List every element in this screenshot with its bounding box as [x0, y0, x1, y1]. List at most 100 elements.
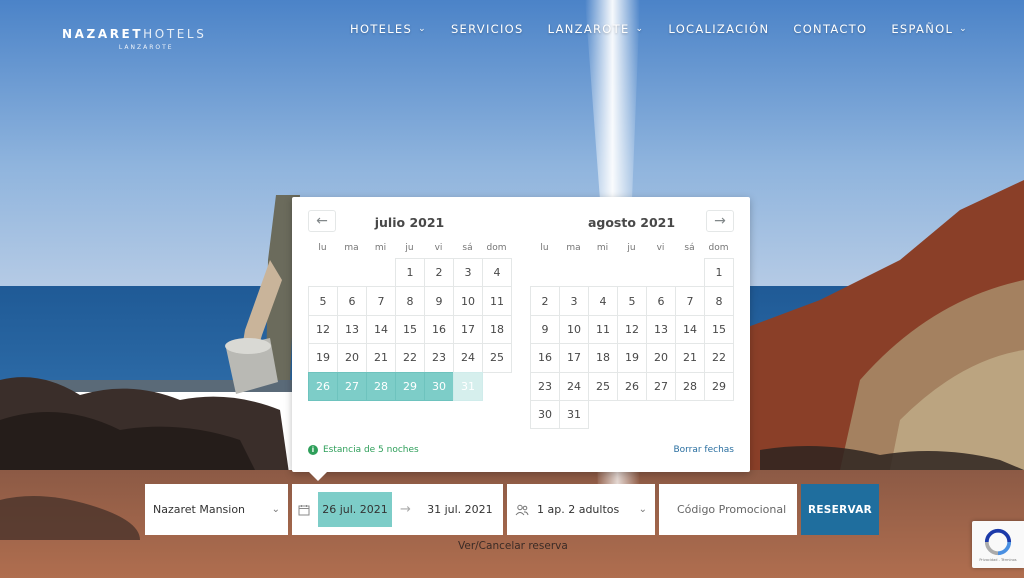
hotel-select[interactable]: Nazaret Mansion ⌄ [145, 484, 288, 535]
weekday-label: sá [462, 243, 473, 253]
calendar-day[interactable]: 31 [559, 399, 589, 430]
calendar-day[interactable]: 9 [424, 286, 454, 316]
calendar-day[interactable]: 1 [395, 258, 425, 288]
calendar-day[interactable]: 22 [704, 343, 734, 373]
calendar-day[interactable]: 19 [308, 343, 338, 373]
calendar-day[interactable]: 26 [308, 371, 338, 401]
weekday-label: lu [540, 243, 549, 253]
promo-code-field[interactable] [659, 484, 797, 535]
nav-item-servicios[interactable]: SERVICIOS [451, 22, 524, 36]
calendar-day[interactable]: 18 [588, 343, 618, 373]
day-grid: 1 2 3 4 5 6 7 8 9 10 11 12 13 14 15 16 17 18 19 20 21 22 23 24 2… [308, 258, 512, 401]
calendar-day[interactable]: 17 [453, 314, 483, 345]
clear-dates-link[interactable]: Borrar fechas [673, 445, 734, 455]
manage-booking-link[interactable]: Ver/Cancelar reserva [458, 540, 568, 552]
calendar-day[interactable]: 14 [675, 314, 705, 345]
recaptcha-footer: Privacidad - Términos [979, 557, 1017, 562]
chevron-down-icon: ⌄ [959, 24, 968, 34]
calendar-day[interactable]: 20 [646, 343, 676, 373]
calendar-day[interactable]: 13 [337, 314, 367, 345]
chevron-down-icon: ⌄ [635, 24, 645, 34]
weekday-label: dom [708, 243, 729, 253]
calendar-day[interactable]: 1 [704, 258, 734, 288]
calendar-day[interactable]: 3 [559, 286, 589, 316]
empty-day-cell [366, 258, 396, 287]
calendar-day[interactable]: 20 [337, 343, 367, 373]
calendar-day[interactable]: 27 [337, 371, 367, 401]
chevron-down-icon: ⌄ [638, 504, 647, 515]
calendar-day[interactable]: 30 [424, 371, 454, 401]
calendar-day[interactable]: 29 [395, 371, 425, 401]
calendar-day[interactable]: 25 [588, 371, 618, 401]
nav-item-language[interactable]: ESPAÑOL ⌄ [891, 22, 968, 36]
calendar-day[interactable]: 17 [559, 343, 589, 373]
calendar-day[interactable]: 21 [675, 343, 705, 373]
people-icon [515, 504, 529, 515]
logo-wordmark: NAZARETHOTELS [62, 27, 207, 41]
calendar-day[interactable]: 29 [704, 371, 734, 401]
chevron-down-icon: ⌄ [418, 24, 427, 34]
check-out-date[interactable]: 31 jul. 2021 [423, 503, 497, 516]
recaptcha-icon [984, 528, 1012, 555]
guests-select[interactable]: 1 ap. 2 adultos ⌄ [507, 484, 655, 535]
calendar-day[interactable]: 9 [530, 314, 560, 345]
calendar-day[interactable]: 14 [366, 314, 396, 345]
calendar-day[interactable]: 10 [453, 286, 483, 316]
nav-item-localizacion[interactable]: LOCALIZACIÓN [668, 22, 769, 36]
calendar-day[interactable]: 15 [395, 314, 425, 345]
empty-day-cell [617, 258, 647, 287]
reserve-button[interactable]: RESERVAR [801, 484, 879, 535]
calendar-day[interactable]: 2 [530, 286, 560, 316]
calendar-day[interactable]: 31 [453, 371, 483, 401]
calendar-day[interactable]: 11 [588, 314, 618, 345]
calendar-day[interactable]: 16 [530, 343, 560, 373]
calendar-day[interactable]: 28 [675, 371, 705, 401]
promo-code-input[interactable] [677, 503, 787, 516]
empty-day-cell [646, 258, 676, 287]
calendar-day[interactable]: 24 [559, 371, 589, 401]
date-range-field[interactable]: 26 jul. 2021 → 31 jul. 2021 [292, 484, 503, 535]
calendar-day[interactable]: 25 [482, 343, 512, 373]
weekday-header: lu ma mi ju vi sá dom [530, 243, 733, 253]
calendar-month-august: agosto 2021 lu ma mi ju vi sá dom 1 2 3 4 5 6 7 8 9 10 1… [530, 213, 734, 430]
calendar-day[interactable]: 3 [453, 258, 483, 288]
calendar-day[interactable]: 26 [617, 371, 647, 401]
nav-item-contacto[interactable]: CONTACTO [793, 22, 867, 36]
calendar-day[interactable]: 7 [366, 286, 396, 316]
calendar-day[interactable]: 21 [366, 343, 396, 373]
calendar-day[interactable]: 22 [395, 343, 425, 373]
calendar-day[interactable]: 8 [395, 286, 425, 316]
guests-value: 1 ap. 2 adultos [537, 503, 620, 516]
calendar-day[interactable]: 5 [308, 286, 338, 316]
calendar-day[interactable]: 18 [482, 314, 512, 345]
calendar-day[interactable]: 4 [482, 258, 512, 288]
calendar-day[interactable]: 27 [646, 371, 676, 401]
check-in-date[interactable]: 26 jul. 2021 [318, 492, 392, 527]
calendar-day[interactable]: 23 [530, 371, 560, 401]
calendar-day[interactable]: 6 [337, 286, 367, 316]
chevron-down-icon: ⌄ [271, 504, 280, 515]
nav-item-lanzarote[interactable]: LANZAROTE ⌄ [548, 22, 645, 36]
calendar-day[interactable]: 16 [424, 314, 454, 345]
calendar-day[interactable]: 10 [559, 314, 589, 345]
calendar-day[interactable]: 15 [704, 314, 734, 345]
calendar-day[interactable]: 7 [675, 286, 705, 316]
calendar-day[interactable]: 5 [617, 286, 647, 316]
calendar-day[interactable]: 11 [482, 286, 512, 316]
calendar-day[interactable]: 12 [308, 314, 338, 345]
calendar-day[interactable]: 23 [424, 343, 454, 373]
weekday-label: mi [596, 243, 609, 253]
calendar-day[interactable]: 4 [588, 286, 618, 316]
calendar-day[interactable]: 13 [646, 314, 676, 345]
calendar-day[interactable]: 12 [617, 314, 647, 345]
calendar-day[interactable]: 2 [424, 258, 454, 288]
calendar-day[interactable]: 8 [704, 286, 734, 316]
calendar-day[interactable]: 6 [646, 286, 676, 316]
calendar-day[interactable]: 19 [617, 343, 647, 373]
calendar-day[interactable]: 24 [453, 343, 483, 373]
recaptcha-badge[interactable]: Privacidad - Términos [972, 521, 1024, 568]
calendar-day[interactable]: 28 [366, 371, 396, 401]
brand-logo[interactable]: NAZARETHOTELS LANZAROTE [62, 27, 206, 51]
nav-item-hoteles[interactable]: HOTELES ⌄ [350, 22, 427, 36]
calendar-day[interactable]: 30 [530, 399, 560, 430]
